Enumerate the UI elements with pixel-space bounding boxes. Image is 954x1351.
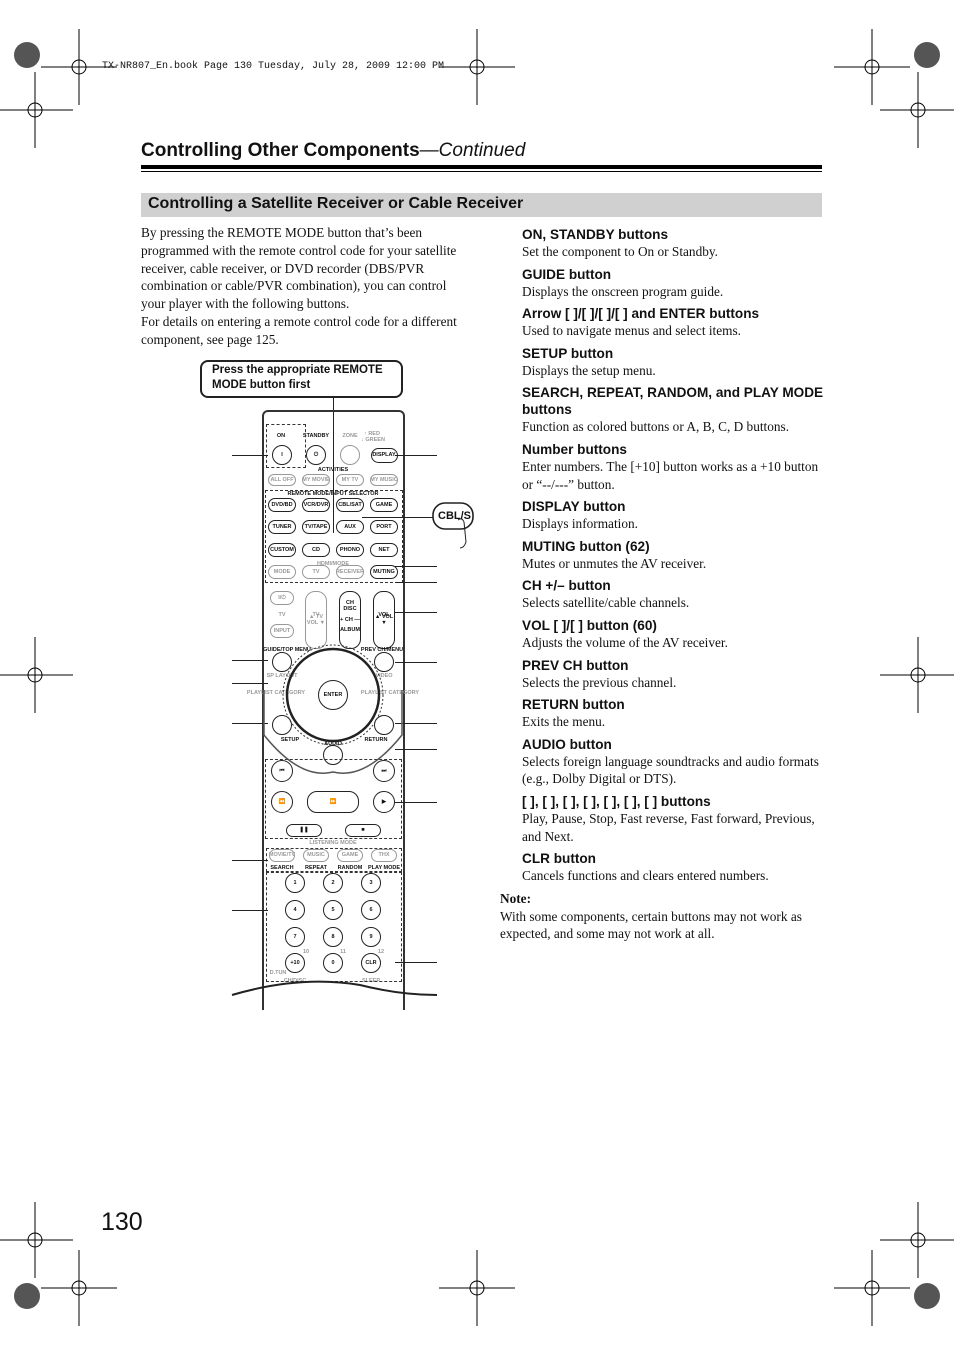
description-item: PREV CH button Selects the previous chann… — [522, 657, 825, 692]
item-title: ON, STANDBY buttons — [522, 227, 668, 242]
item-title: AUDIO button — [522, 736, 612, 752]
item-title: GUIDE button — [522, 266, 612, 282]
item-description: Enter numbers. The [+10] button works as… — [522, 458, 819, 492]
item-description: Cancels functions and clears entered num… — [522, 868, 769, 884]
item-title: DISPLAY button — [522, 499, 626, 515]
description-item: [ ], [ ], [ ], [ ], [ ], [ ], [ ] button… — [522, 793, 825, 845]
description-item: MUTING button (62) Mutes or unmutes the A… — [522, 538, 825, 573]
description-item: SETUP button Displays the setup menu. — [522, 345, 825, 380]
item-title: [ ], [ ], [ ], [ ], [ ], [ ], [ ] button… — [522, 793, 711, 809]
item-title: Arrow [ ]/[ ]/[ ]/[ ] and ENTER buttons — [522, 306, 760, 322]
description-item: CLR button Cancels functions and clears e… — [522, 850, 825, 885]
item-description: Set the component to On or Standby. — [522, 244, 718, 259]
description-item: RETURN button Exits the menu. — [522, 696, 825, 731]
button-descriptions: ON, STANDBY buttons Set the component to … — [500, 226, 825, 943]
item-description: Adjusts the volume of the AV receiver. — [522, 634, 728, 650]
item-title: CH +/– button — [522, 578, 611, 594]
item-description: Selects the previous channel. — [522, 674, 677, 690]
note-text: With some components, certain buttons ma… — [500, 908, 802, 942]
remote-cutoff-curve — [231, 980, 438, 996]
item-description: Selects satellite/cable channels. — [522, 595, 690, 611]
color-registration-dot — [914, 42, 940, 68]
description-item: Arrow [ ]/[ ]/[ ]/[ ] and ENTER buttons U… — [522, 305, 825, 340]
description-item: SEARCH, REPEAT, RANDOM, and PLAY MODE bu… — [522, 384, 825, 436]
item-description: Displays the setup menu. — [522, 362, 656, 378]
dial-outline — [282, 644, 384, 746]
cbl-sat-zoom-label: CBL/S — [438, 510, 471, 522]
item-description: Displays information. — [522, 516, 638, 532]
item-description: Mutes or unmutes the AV receiver. — [522, 555, 707, 571]
description-item: GUIDE button Displays the onscreen progra… — [522, 266, 825, 301]
item-title: VOL [ ]/[ ] button (60) — [522, 617, 657, 633]
manual-page: TX-NR807_En.book Page 130 Tuesday, July … — [0, 0, 954, 1351]
description-item: CH +/– button Selects satellite/cable cha… — [522, 577, 825, 612]
item-title: MUTING button (62) — [522, 538, 650, 554]
item-title: SETUP button — [522, 345, 614, 361]
description-item: VOL [ ]/[ ] button (60) Adjusts the volum… — [522, 617, 825, 652]
item-title: PREV CH button — [522, 657, 629, 673]
item-description: Displays the onscreen program guide. — [522, 283, 724, 299]
item-description: Function as colored buttons or A, B, C, … — [522, 419, 790, 435]
description-item: ON, STANDBY buttons Set the component to … — [522, 226, 825, 261]
color-registration-dot — [14, 42, 40, 68]
item-description: Used to navigate menus and select items. — [522, 323, 741, 339]
description-item: Number buttons Enter numbers. The [+10] b… — [522, 441, 825, 493]
cursor-dial — [285, 647, 381, 743]
item-title: CLR button — [522, 851, 596, 867]
color-registration-dot — [914, 1283, 940, 1309]
item-description: Play, Pause, Stop, Fast reverse, Fast fo… — [522, 810, 815, 844]
item-title: RETURN button — [522, 697, 625, 713]
item-description: Exits the menu. — [522, 714, 606, 730]
item-title: SEARCH, REPEAT, RANDOM, and PLAY MODE bu… — [522, 385, 824, 418]
item-description: Selects foreign language soundtracks and… — [522, 753, 819, 787]
description-item: AUDIO button Selects foreign language sou… — [522, 736, 825, 788]
item-title: Number buttons — [522, 441, 627, 457]
page-number: 130 — [101, 1208, 143, 1236]
description-item: DISPLAY button Displays information. — [522, 498, 825, 533]
note-heading: Note: — [500, 890, 532, 906]
color-registration-dot — [14, 1283, 40, 1309]
